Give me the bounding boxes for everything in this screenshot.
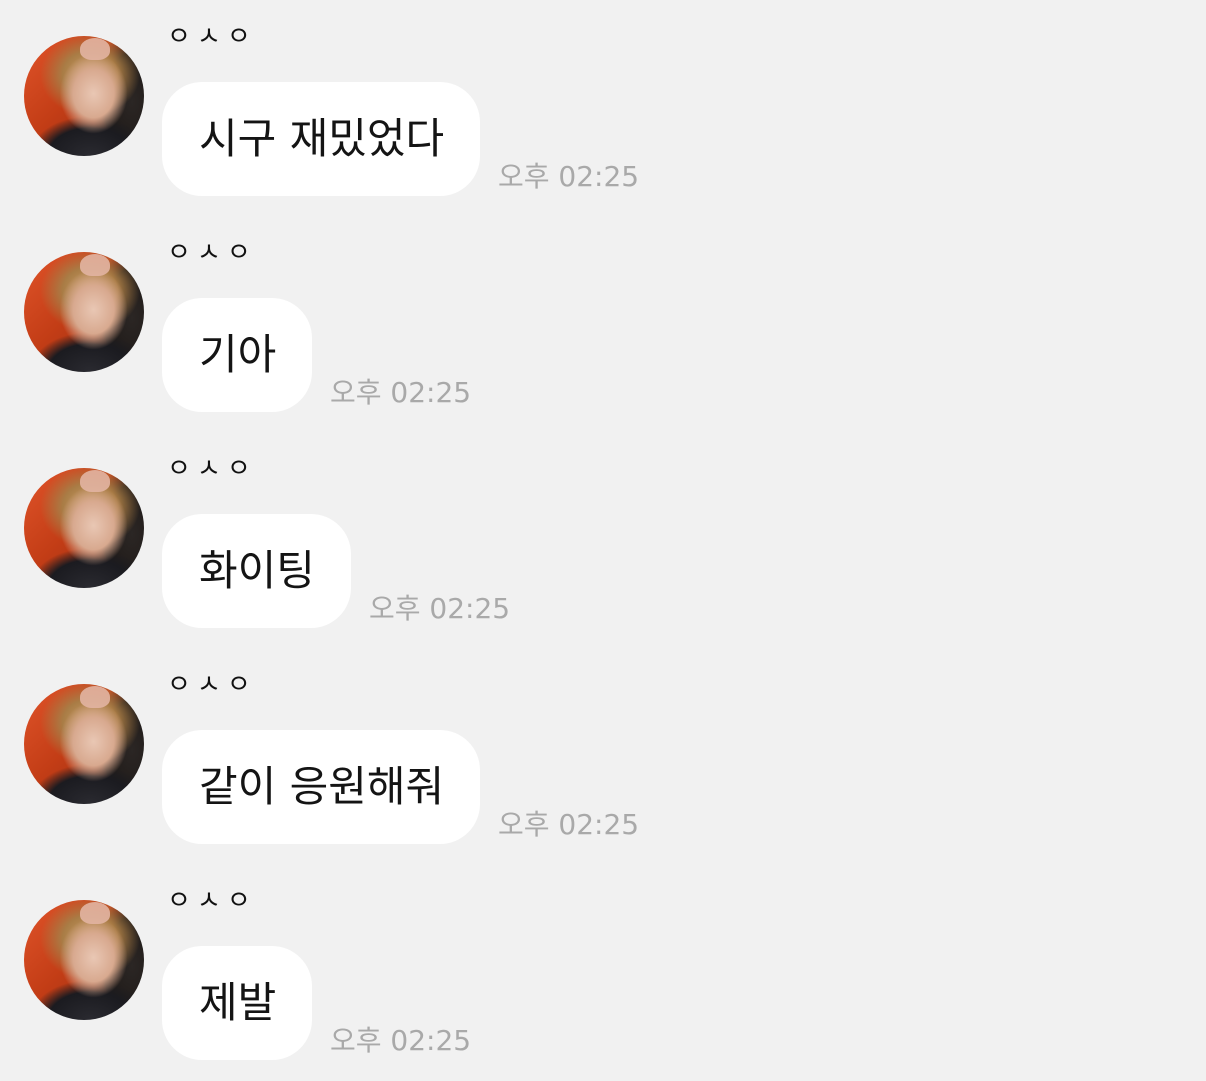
- avatar-photo-detail: [80, 38, 110, 60]
- message-row: ㅇㅅㅇ 제발 오후 02:25: [0, 864, 1206, 1080]
- avatar-photo-detail: [80, 254, 110, 276]
- avatar[interactable]: [24, 252, 144, 372]
- avatar-photo-detail: [80, 686, 110, 708]
- message-time: 오후 02:25: [498, 160, 640, 193]
- avatar[interactable]: [24, 900, 144, 1020]
- message-time: 오후 02:25: [330, 1024, 472, 1057]
- sender-name: ㅇㅅㅇ: [167, 238, 257, 268]
- message-row: ㅇㅅㅇ 화이팅 오후 02:25: [0, 432, 1206, 648]
- avatar-photo-detail: [80, 902, 110, 924]
- sender-name: ㅇㅅㅇ: [167, 22, 257, 52]
- message-row: ㅇㅅㅇ 같이 응원해줘 오후 02:25: [0, 648, 1206, 864]
- message-bubble[interactable]: 제발: [162, 946, 312, 1060]
- message-time: 오후 02:25: [498, 808, 640, 841]
- message-bubble[interactable]: 화이팅: [162, 514, 351, 628]
- sender-name: ㅇㅅㅇ: [167, 886, 257, 916]
- message-time: 오후 02:25: [369, 592, 511, 625]
- message-bubble[interactable]: 시구 재밌었다: [162, 82, 480, 196]
- message-time: 오후 02:25: [330, 376, 472, 409]
- avatar[interactable]: [24, 468, 144, 588]
- message-row: ㅇㅅㅇ 시구 재밌었다 오후 02:25: [0, 0, 1206, 216]
- message-row: ㅇㅅㅇ 기아 오후 02:25: [0, 216, 1206, 432]
- avatar[interactable]: [24, 684, 144, 804]
- avatar-photo-detail: [80, 470, 110, 492]
- message-bubble[interactable]: 기아: [162, 298, 312, 412]
- avatar[interactable]: [24, 36, 144, 156]
- sender-name: ㅇㅅㅇ: [167, 670, 257, 700]
- message-bubble[interactable]: 같이 응원해줘: [162, 730, 480, 844]
- sender-name: ㅇㅅㅇ: [167, 454, 257, 484]
- chat-screen: { "chat": { "messages": [ {"sender": "ㅇㅅ…: [0, 0, 1206, 1081]
